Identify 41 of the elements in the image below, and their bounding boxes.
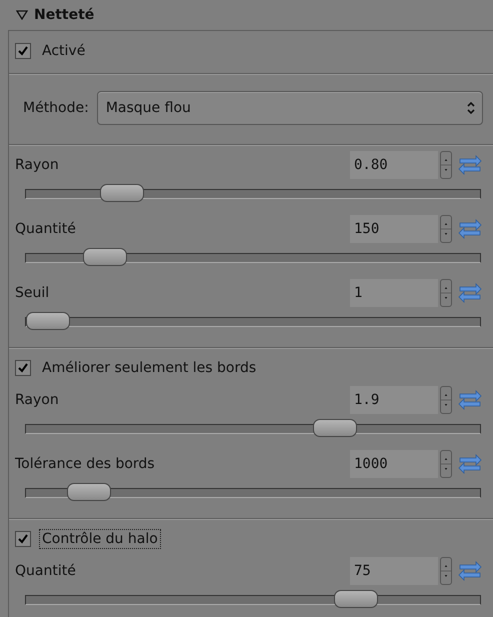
reset-icon[interactable] (457, 453, 483, 475)
section-title[interactable]: Netteté (34, 7, 94, 23)
updown-icon (466, 101, 476, 115)
slider-thumb[interactable] (83, 248, 128, 266)
value-field[interactable]: 1 (350, 279, 438, 307)
slider-label: Rayon (15, 392, 60, 408)
method-select[interactable]: Masque flou (96, 91, 483, 125)
reset-icon[interactable] (457, 154, 483, 176)
spin-buttons[interactable] (440, 279, 452, 307)
reset-icon[interactable] (457, 282, 483, 304)
spin-buttons[interactable] (440, 450, 452, 478)
value-field[interactable]: 0.80 (350, 151, 438, 179)
reset-icon[interactable] (457, 389, 483, 411)
reset-icon[interactable] (457, 218, 483, 240)
checkbox[interactable] (15, 531, 31, 547)
value-field[interactable]: 1000 (350, 450, 438, 478)
reset-icon[interactable] (457, 560, 483, 582)
slider-label: Rayon (15, 157, 60, 173)
slider-thumb[interactable] (100, 184, 144, 202)
slider-label: Seuil (15, 285, 50, 301)
spin-buttons[interactable] (440, 557, 452, 585)
spin-buttons[interactable] (440, 386, 452, 414)
collapse-icon[interactable] (16, 10, 28, 20)
slider-thumb[interactable] (67, 483, 111, 501)
checkbox-label[interactable]: Activé (39, 41, 88, 61)
slider-label: Tolérance des bords (15, 456, 156, 472)
method-label: Méthode: (23, 100, 89, 116)
checkbox-label[interactable]: Améliorer seulement les bords (39, 358, 260, 378)
spin-buttons[interactable] (440, 151, 452, 179)
value-field[interactable]: 1.9 (350, 386, 438, 414)
slider-thumb[interactable] (313, 419, 357, 437)
value-field[interactable]: 150 (350, 215, 438, 243)
checkbox[interactable] (15, 43, 31, 59)
slider-label: Quantité (15, 221, 77, 237)
value-field[interactable]: 75 (350, 557, 438, 585)
slider-thumb[interactable] (26, 312, 70, 330)
slider-thumb[interactable] (334, 590, 378, 608)
checkbox[interactable] (15, 360, 31, 376)
spin-buttons[interactable] (440, 215, 452, 243)
checkbox-label[interactable]: Contrôle du halo (39, 529, 161, 549)
slider-label: Quantité (15, 563, 77, 579)
